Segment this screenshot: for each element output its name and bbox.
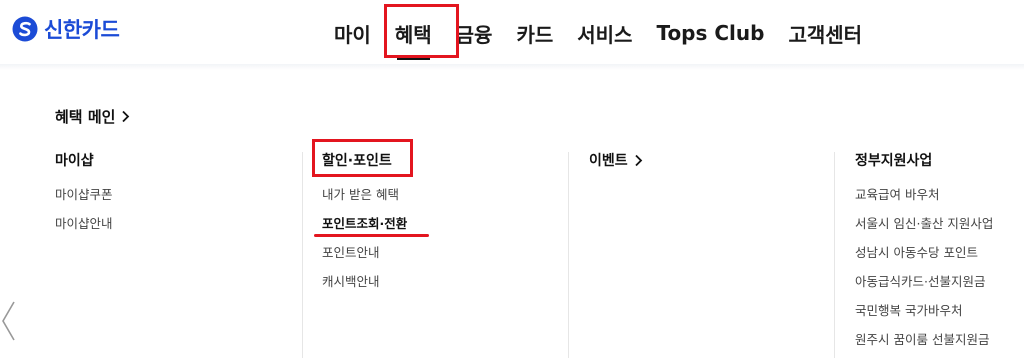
menu-item-myshop-coupon[interactable]: 마이샵쿠폰 (55, 186, 113, 215)
event-label: 이벤트 (589, 153, 628, 169)
menu-item-point-inquiry[interactable]: 포인트조회·전환 (322, 215, 407, 244)
mega-menu: 혜택 메인 마이샵 마이샵쿠폰 마이샵안내 할인·포인트 내가 받은 혜택 포인… (0, 70, 1024, 358)
menu-item-wonju-prepaid[interactable]: 원주시 꿈이룸 선불지원금 (855, 331, 993, 360)
gnb-item-tops-club[interactable]: Tops Club (656, 21, 764, 45)
menu-item-seongnam-child[interactable]: 성남시 아동수당 포인트 (855, 244, 993, 273)
menu-column-event: 이벤트 (589, 150, 643, 186)
menu-column-gov-support: 정부지원사업 교육급여 바우처 서울시 임신·출산 지원사업 성남시 아동수당 … (855, 150, 993, 360)
column-divider (302, 152, 303, 358)
menu-item-child-meal-card[interactable]: 아동급식카드·선불지원금 (855, 273, 993, 302)
gnb-item-my[interactable]: 마이 (334, 19, 371, 48)
column-title-discount-point[interactable]: 할인·포인트 (322, 150, 407, 170)
menu-column-myshop: 마이샵 마이샵쿠폰 마이샵안내 (55, 150, 113, 244)
column-divider (568, 152, 569, 358)
menu-item-national-voucher[interactable]: 국민행복 국가바우처 (855, 302, 993, 331)
shinhan-logo-icon (12, 16, 38, 42)
gnb-item-customer-center[interactable]: 고객센터 (788, 19, 862, 48)
menu-item-my-benefits[interactable]: 내가 받은 혜택 (322, 186, 407, 215)
gnb-item-benefit[interactable]: 혜택 (394, 19, 432, 60)
menu-item-myshop-guide[interactable]: 마이샵안내 (55, 215, 113, 244)
menu-item-cashback-guide[interactable]: 캐시백안내 (322, 273, 407, 302)
column-divider (834, 152, 835, 358)
benefit-main-link[interactable]: 혜택 메인 (55, 106, 130, 127)
global-nav: 마이 혜택 금융 카드 서비스 Tops Club 고객센터 (322, 0, 874, 66)
gnb-item-service[interactable]: 서비스 (577, 19, 632, 48)
benefit-main-label: 혜택 메인 (55, 108, 116, 126)
column-title-event[interactable]: 이벤트 (589, 150, 643, 170)
gnb-item-benefit-label: 혜택 (394, 22, 432, 47)
menu-column-discount-point: 할인·포인트 내가 받은 혜택 포인트조회·전환 포인트안내 캐시백안내 (322, 150, 407, 302)
column-title-myshop[interactable]: 마이샵 (55, 150, 113, 170)
gnb-item-card[interactable]: 카드 (516, 19, 553, 48)
chevron-right-icon (635, 154, 642, 166)
chevron-left-icon[interactable] (0, 300, 16, 342)
active-indicator (396, 56, 430, 60)
chevron-right-icon (122, 110, 130, 123)
logo-text: 신한카드 (44, 18, 120, 42)
column-title-gov-support[interactable]: 정부지원사업 (855, 150, 993, 170)
header: 신한카드 마이 혜택 금융 카드 서비스 Tops Club 고객센터 (0, 0, 1024, 66)
underline-point-inquiry (314, 234, 429, 237)
gnb-item-finance[interactable]: 금융 (456, 19, 493, 48)
menu-item-point-guide[interactable]: 포인트안내 (322, 244, 407, 273)
logo[interactable]: 신한카드 (12, 14, 120, 44)
menu-item-edu-voucher[interactable]: 교육급여 바우처 (855, 186, 993, 215)
menu-item-seoul-pregnancy[interactable]: 서울시 임신·출산 지원사업 (855, 215, 993, 244)
